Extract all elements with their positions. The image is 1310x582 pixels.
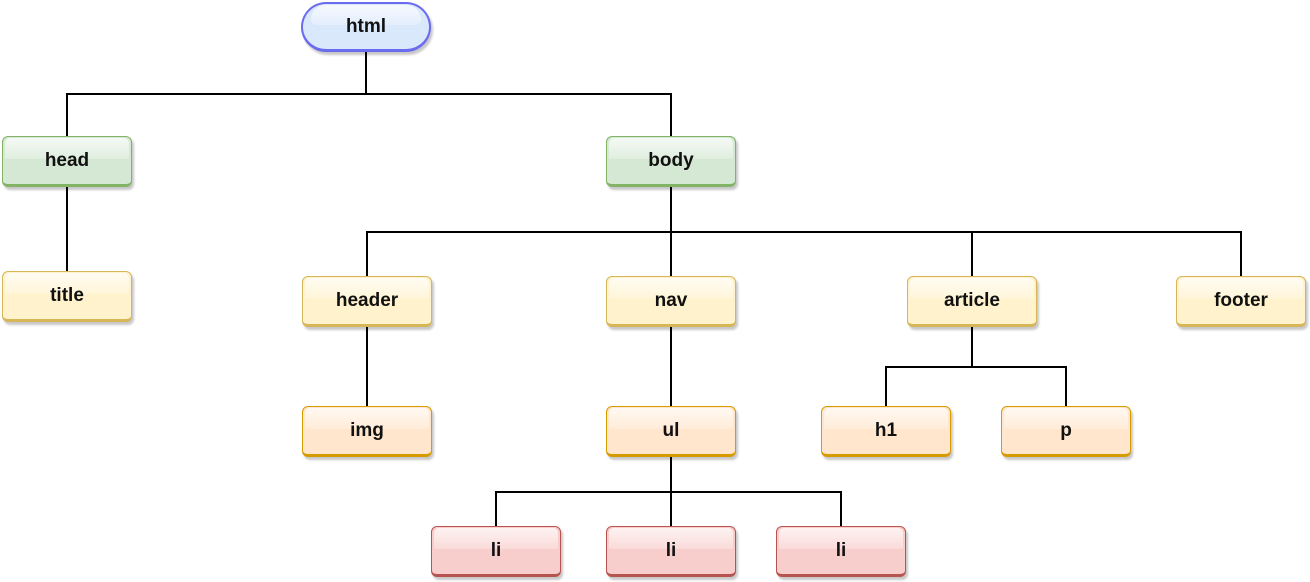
edge-body-footer — [670, 187, 1242, 276]
node-p[interactable]: p — [1001, 406, 1131, 457]
node-label: title — [50, 284, 84, 306]
node-label: body — [648, 149, 694, 171]
node-label: ul — [662, 419, 680, 441]
node-header[interactable]: header — [302, 276, 432, 327]
node-li[interactable]: li — [606, 526, 736, 577]
node-img[interactable]: img — [302, 406, 432, 457]
edge-article-p — [971, 327, 1067, 406]
node-label: img — [350, 419, 384, 441]
node-li[interactable]: li — [431, 526, 561, 577]
node-nav[interactable]: nav — [606, 276, 736, 327]
node-label: footer — [1214, 289, 1268, 311]
node-label: li — [665, 539, 677, 561]
node-footer[interactable]: footer — [1176, 276, 1306, 327]
edge-html-head — [66, 52, 367, 136]
node-label: html — [345, 15, 387, 37]
edge-html-body — [365, 52, 672, 136]
edge-body-header — [366, 187, 672, 276]
node-label: head — [44, 149, 90, 171]
node-label: h1 — [874, 419, 898, 441]
node-article[interactable]: article — [907, 276, 1037, 327]
node-head[interactable]: head — [2, 136, 132, 187]
node-h1[interactable]: h1 — [821, 406, 951, 457]
node-label: article — [944, 289, 1000, 311]
node-html[interactable]: html — [301, 2, 431, 52]
node-li[interactable]: li — [776, 526, 906, 577]
edge-ul-li1 — [495, 457, 672, 526]
node-label: nav — [654, 289, 688, 311]
node-label: p — [1060, 419, 1072, 441]
node-label: header — [335, 289, 399, 311]
edge-article-h1 — [885, 327, 973, 406]
node-title[interactable]: title — [2, 271, 132, 322]
node-ul[interactable]: ul — [606, 406, 736, 457]
edge-ul-li3 — [670, 457, 842, 526]
node-label: li — [490, 539, 502, 561]
node-label: li — [835, 539, 847, 561]
node-body[interactable]: body — [606, 136, 736, 187]
diagram-canvas: html head body title header nav article … — [0, 0, 1310, 582]
